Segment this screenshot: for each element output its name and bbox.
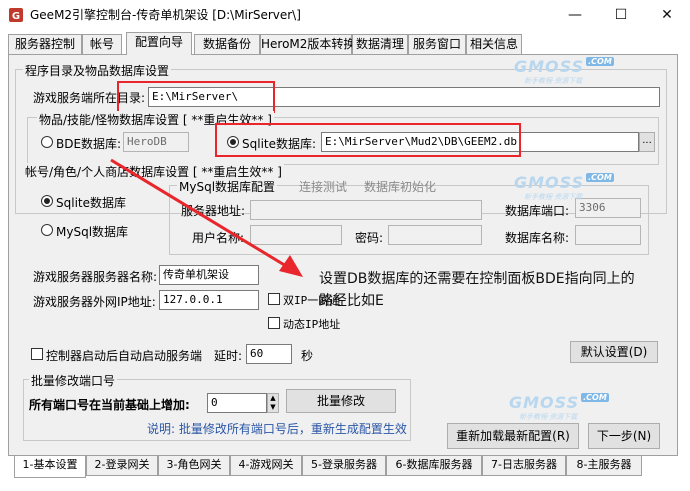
tab-server-control[interactable]: 服务器控制 [8, 34, 82, 54]
watermark-logo: GMOSS .COM 新手教程·资源下载 [514, 173, 614, 202]
app-icon: G [9, 8, 23, 22]
tab-basic-settings[interactable]: 1-基本设置 [14, 456, 86, 478]
watermark-logo: GMOSS .COM 新手教程·资源下载 [509, 393, 609, 422]
minimize-button[interactable]: — [552, 0, 598, 30]
watermark-sub: 新手教程·资源下载 [519, 413, 578, 421]
tab-role-gate[interactable]: 3-角色网关 [158, 456, 230, 476]
tab-about[interactable]: 相关信息 [466, 34, 522, 54]
watermark-badge: .COM [586, 57, 614, 66]
tab-service-window[interactable]: 服务窗口 [408, 34, 466, 54]
tab-herom2-convert[interactable]: HeroM2版本转换 [260, 34, 355, 54]
watermark-text: GMOSS [514, 57, 585, 76]
title-bar: G GeeM2引擎控制台-传奇单机架设 [D:\MirServer\] — ☐ … [0, 0, 690, 30]
watermark-badge: .COM [586, 173, 614, 182]
annotation-note-line1: 设置DB数据库的还需要在控制面板BDE指向同上的 [319, 271, 635, 287]
tab-log-server[interactable]: 7-日志服务器 [482, 456, 566, 476]
config-wizard-panel: 程序目录及物品数据库设置 游戏服务端所在目录: E:\MirServer\ 物品… [8, 54, 678, 456]
watermark-sub: 新手教程·资源下载 [524, 77, 583, 85]
tab-login-gate[interactable]: 2-登录网关 [86, 456, 158, 476]
tab-main-server[interactable]: 8-主服务器 [566, 456, 642, 476]
tab-config-wizard[interactable]: 配置向导 [126, 32, 192, 55]
svg-text:G: G [12, 11, 20, 22]
tab-db-server[interactable]: 6-数据库服务器 [386, 456, 482, 476]
watermark-badge: .COM [581, 393, 609, 402]
maximize-button[interactable]: ☐ [598, 0, 644, 30]
watermark-text: GMOSS [514, 173, 585, 192]
tab-data-backup[interactable]: 数据备份 [194, 34, 260, 54]
watermark-text: GMOSS [509, 393, 580, 412]
watermark-logo: GMOSS .COM 新手教程·资源下载 [514, 57, 614, 86]
tab-account[interactable]: 帐号 [82, 34, 122, 54]
tab-data-clean[interactable]: 数据清理 [352, 34, 408, 54]
tab-login-server[interactable]: 5-登录服务器 [302, 456, 386, 476]
tab-game-gate[interactable]: 4-游戏网关 [230, 456, 302, 476]
window-title: GeeM2引擎控制台-传奇单机架设 [D:\MirServer\] [30, 8, 301, 22]
watermark-sub: 新手教程·资源下载 [524, 193, 583, 201]
close-button[interactable]: ✕ [644, 0, 690, 30]
annotation-note-line2: 路径比如E [319, 293, 384, 309]
